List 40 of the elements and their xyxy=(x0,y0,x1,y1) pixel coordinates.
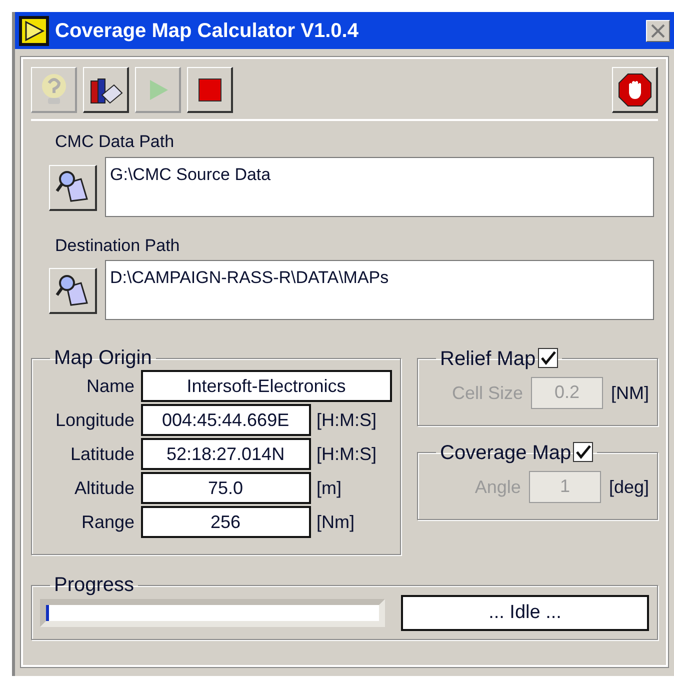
magnifier-folder-icon xyxy=(54,272,90,308)
stop-sign-icon xyxy=(618,72,652,106)
field-label: Destination Path xyxy=(55,234,181,256)
field-label: Latitude xyxy=(69,442,135,466)
magnifier-folder-icon xyxy=(54,169,90,205)
unit-label: [H:M:S] xyxy=(316,408,378,432)
app-icon xyxy=(19,16,49,46)
group-title: Relief Map xyxy=(440,348,536,370)
field-label: Longitude xyxy=(54,408,135,432)
field-label: Altitude xyxy=(73,476,135,500)
group-title: Coverage Map xyxy=(440,442,572,464)
input-field[interactable]: Intersoft-Electronics xyxy=(140,370,392,402)
group-title: Progress xyxy=(53,575,136,595)
path-field[interactable]: G:\CMC Source Data xyxy=(105,156,654,216)
unit-label: [Nm] xyxy=(316,510,356,534)
field-label: CMC Data Path xyxy=(55,131,176,153)
field-label: Angle xyxy=(474,476,521,499)
group-title: Map Origin xyxy=(53,348,153,368)
browse-button[interactable] xyxy=(49,268,97,314)
input-field[interactable]: 256 xyxy=(140,506,311,538)
unit-label: [NM] xyxy=(611,382,649,405)
stop-square-icon xyxy=(196,76,222,102)
input-field[interactable]: 75.0 xyxy=(140,472,311,504)
close-button[interactable] xyxy=(646,20,670,42)
books-button[interactable] xyxy=(83,67,129,113)
field-label: Name xyxy=(86,374,135,398)
unit-label: [H:M:S] xyxy=(316,442,378,466)
stop-button[interactable] xyxy=(187,67,233,113)
input-field[interactable]: 004:45:44.669E xyxy=(140,404,311,436)
window-title: Coverage Map Calculator V1.0.4 xyxy=(55,18,358,44)
unit-label: [deg] xyxy=(608,476,649,499)
unit-label: [m] xyxy=(316,476,343,500)
field-label: Cell Size xyxy=(452,382,523,404)
status-display: ... Idle ... xyxy=(401,595,649,631)
abort-button[interactable] xyxy=(612,67,658,113)
input-field[interactable]: 52:18:27.014N xyxy=(140,438,311,470)
close-icon xyxy=(650,24,666,38)
browse-button[interactable] xyxy=(49,164,97,210)
path-field[interactable]: D:\CAMPAIGN-RASS-R\DATA\MAPs xyxy=(105,260,654,320)
field-label: Range xyxy=(80,510,135,534)
